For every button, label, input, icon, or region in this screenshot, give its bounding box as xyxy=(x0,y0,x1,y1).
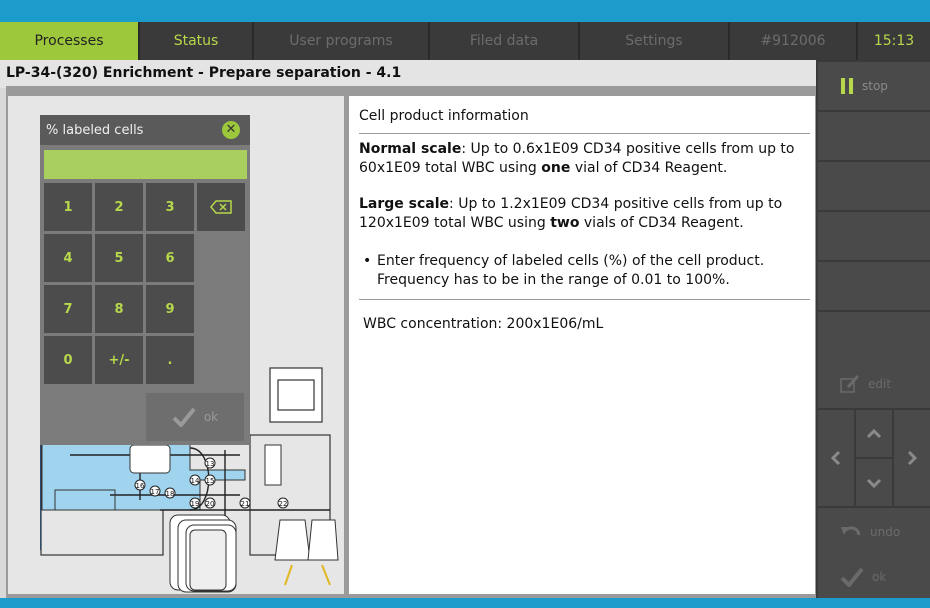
key-8[interactable]: 8 xyxy=(95,285,143,333)
keypad-title: % labeled cells xyxy=(46,123,144,138)
valve-14: 14 xyxy=(191,477,200,485)
bottom-accent-bar xyxy=(0,598,930,608)
sidebar-empty-4 xyxy=(818,262,930,310)
valve-20: 20 xyxy=(206,500,215,508)
sidebar-empty-2 xyxy=(818,162,930,210)
tab-processes[interactable]: Processes xyxy=(0,22,140,60)
keypad-ok-button[interactable]: ok xyxy=(146,393,244,441)
key-6[interactable]: 6 xyxy=(146,234,194,282)
action-sidebar: stop edit undo ok xyxy=(816,60,930,598)
sidebar-empty-1 xyxy=(818,112,930,160)
page-title: LP-34-(320) Enrichment - Prepare separat… xyxy=(6,65,402,81)
chevron-up-icon xyxy=(866,428,882,438)
tab-settings[interactable]: Settings xyxy=(580,22,730,60)
keypad-title-bar: % labeled cells ✕ xyxy=(40,115,250,145)
device-id: #912006 xyxy=(730,22,858,60)
key-decimal[interactable]: . xyxy=(146,336,194,384)
up-arrow-button[interactable] xyxy=(856,410,892,457)
undo-button[interactable]: undo xyxy=(818,508,930,556)
info-heading: Cell product information xyxy=(359,108,529,124)
key-7[interactable]: 7 xyxy=(44,285,92,333)
key-5[interactable]: 5 xyxy=(95,234,143,282)
key-4[interactable]: 4 xyxy=(44,234,92,282)
valve-15: 15 xyxy=(206,477,215,485)
close-icon[interactable]: ✕ xyxy=(222,121,240,139)
valve-19: 19 xyxy=(191,500,200,508)
valve-16: 16 xyxy=(136,482,145,490)
page-title-row: LP-34-(320) Enrichment - Prepare separat… xyxy=(0,60,816,88)
key-2[interactable]: 2 xyxy=(95,183,143,231)
valve-21: 21 xyxy=(241,500,250,508)
tab-filed-data[interactable]: Filed data xyxy=(430,22,580,60)
key-3[interactable]: 3 xyxy=(146,183,194,231)
down-arrow-button[interactable] xyxy=(856,459,892,506)
ok-button[interactable]: ok xyxy=(818,556,930,598)
pause-icon xyxy=(841,78,853,94)
valve-18: 18 xyxy=(166,490,175,498)
left-arrow-button[interactable] xyxy=(818,410,854,506)
divider xyxy=(359,133,810,134)
edit-icon xyxy=(840,374,860,393)
ok-label: ok xyxy=(872,570,887,584)
keypad-ok-label: ok xyxy=(203,410,219,424)
sidebar-empty-3 xyxy=(818,212,930,260)
valve-13: 13 xyxy=(206,460,215,468)
keypad-value-field[interactable] xyxy=(44,150,247,179)
key-plus-minus[interactable]: +/- xyxy=(95,336,143,384)
large-scale-text: Large scale: Up to 1.2x1E09 CD34 positiv… xyxy=(359,196,783,231)
main-tab-bar: Processes Status User programs Filed dat… xyxy=(0,22,930,60)
edit-label: edit xyxy=(868,377,892,391)
chevron-left-icon xyxy=(830,450,841,466)
top-accent-bar xyxy=(0,0,930,22)
key-0[interactable]: 0 xyxy=(44,336,92,384)
backspace-icon xyxy=(210,200,232,214)
tab-status[interactable]: Status xyxy=(140,22,254,60)
valve-17: 17 xyxy=(151,488,160,496)
chevron-down-icon xyxy=(866,478,882,488)
info-panel: Cell product information Normal scale: U… xyxy=(349,96,815,594)
chevron-right-icon xyxy=(907,450,918,466)
undo-icon xyxy=(841,526,861,536)
undo-label: undo xyxy=(870,525,901,539)
valve-22: 22 xyxy=(279,500,288,508)
normal-scale-text: Normal scale: Up to 0.6x1E09 CD34 positi… xyxy=(359,141,795,176)
backspace-key[interactable] xyxy=(197,183,245,231)
key-9[interactable]: 9 xyxy=(146,285,194,333)
checkmark-icon xyxy=(840,567,864,587)
tab-user-programs[interactable]: User programs xyxy=(254,22,430,60)
wbc-concentration: WBC concentration: 200x1E06/mL xyxy=(363,316,604,332)
edit-button[interactable]: edit xyxy=(818,360,930,408)
numeric-keypad-dialog: % labeled cells ✕ 1 2 3 4 5 6 7 8 9 0 +/… xyxy=(40,115,250,445)
key-1[interactable]: 1 xyxy=(44,183,92,231)
instruction-text: Enter frequency of labeled cells (%) of … xyxy=(377,253,765,288)
stop-button[interactable]: stop xyxy=(818,62,930,110)
stop-label: stop xyxy=(862,79,888,93)
right-arrow-button[interactable] xyxy=(894,410,930,506)
sidebar-empty-5 xyxy=(818,312,930,360)
clock: 15:13 xyxy=(873,33,915,49)
checkmark-icon xyxy=(172,407,196,427)
divider xyxy=(359,299,810,300)
